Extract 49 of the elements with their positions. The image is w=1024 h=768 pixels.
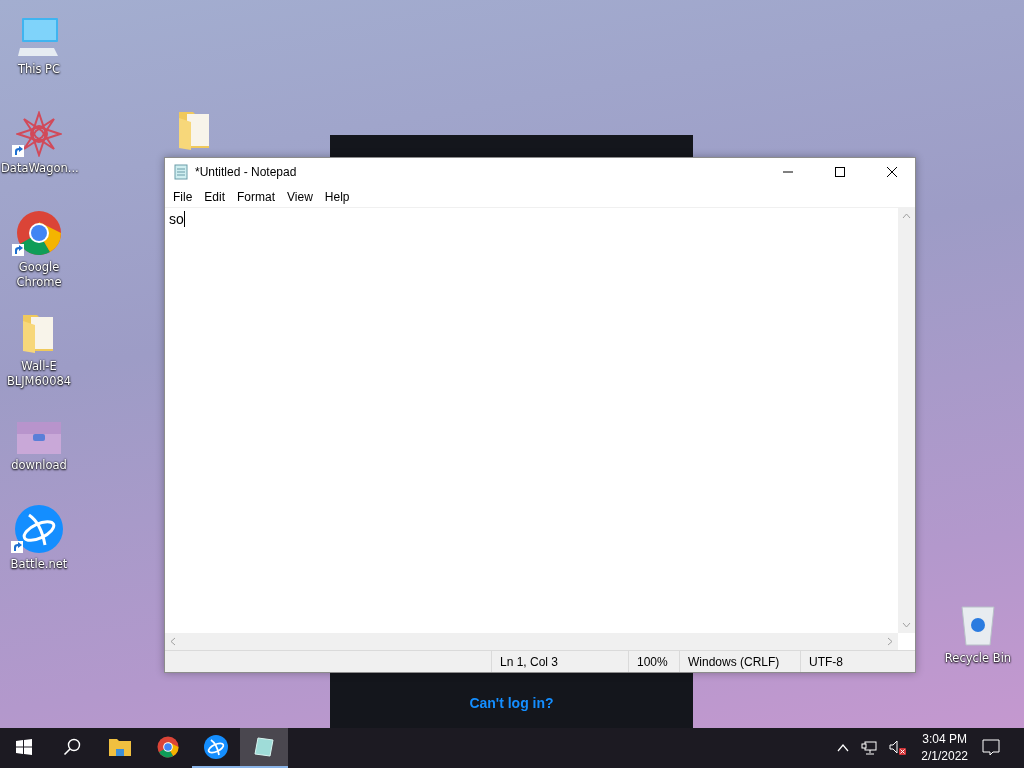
star-pattern-icon[interactable] — [16, 111, 62, 157]
windows-icon — [16, 739, 32, 755]
battlenet-icon[interactable] — [15, 505, 63, 553]
status-cell: Ln 1, Col 3 — [491, 651, 628, 672]
shortcut-arrow-icon — [11, 541, 23, 553]
status-cell: 100% — [628, 651, 679, 672]
shortcut-arrow-icon — [12, 244, 24, 256]
network-icon[interactable] — [861, 741, 878, 755]
shortcut-arrow-icon — [12, 145, 24, 157]
window-title: *Untitled - Notepad — [195, 165, 298, 179]
menu-item[interactable]: Help — [318, 186, 356, 207]
status-cell: Windows (CRLF) — [679, 651, 800, 672]
scroll-right-icon[interactable] — [887, 637, 893, 646]
scroll-down-icon[interactable] — [902, 622, 911, 628]
icon-label: Google Chrome — [15, 260, 63, 290]
taskbar-button[interactable] — [240, 728, 288, 768]
cant-log-in-link[interactable]: Can't log in? — [469, 695, 554, 711]
menu-item[interactable]: Edit — [198, 186, 232, 207]
horizontal-scrollbar[interactable] — [165, 633, 898, 650]
scroll-up-icon[interactable] — [902, 213, 911, 219]
recycle-bin-icon[interactable] — [958, 603, 998, 647]
icon-label: DataWagon... — [1, 161, 77, 176]
menu-item[interactable]: View — [281, 186, 319, 207]
menu-item[interactable]: Format — [231, 186, 282, 207]
vertical-scrollbar[interactable] — [898, 208, 915, 633]
icon-label: Battle.net — [9, 557, 69, 572]
status-cell: UTF-8 — [800, 651, 899, 672]
folder-icon — [109, 738, 131, 756]
browser-icon — [157, 736, 179, 758]
icon-label: Wall-E BLJM60084 — [5, 359, 73, 389]
notepad-icon — [253, 736, 275, 758]
browser-icon[interactable] — [16, 210, 62, 256]
thumbnail-icon[interactable] — [17, 422, 61, 454]
chevron-up-icon[interactable] — [837, 744, 850, 752]
search-icon — [63, 738, 81, 756]
menu-item[interactable]: File — [167, 186, 199, 207]
icon-label: This PC — [16, 62, 62, 77]
muted-speaker-icon[interactable] — [889, 740, 908, 756]
icon-label: download — [10, 458, 68, 473]
battlenet-icon — [204, 735, 228, 759]
text-area[interactable]: so — [165, 208, 898, 633]
notifications-icon[interactable] — [982, 739, 1000, 757]
icon-label: Recycle Bin — [943, 651, 1013, 666]
notepad-icon — [173, 164, 189, 180]
clock-time[interactable]: 3:04 PM — [922, 731, 967, 748]
close-icon — [886, 166, 898, 178]
scroll-left-icon[interactable] — [170, 637, 176, 646]
clock-date[interactable]: 2/1/2022 — [921, 748, 968, 765]
maximize-icon — [834, 166, 846, 178]
